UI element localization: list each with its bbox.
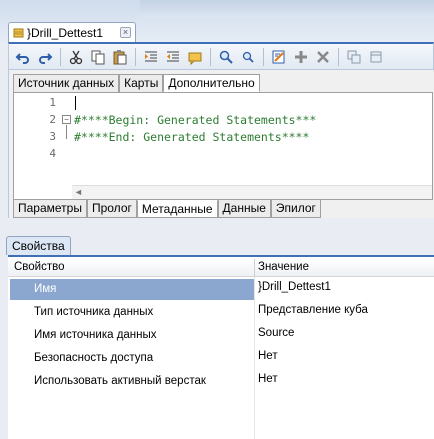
property-value[interactable]: Source <box>258 327 294 339</box>
line-number: 1 <box>49 96 56 109</box>
property-row[interactable]: Имя }Drill_Dettest1 <box>8 278 434 301</box>
code-line: #****End: Generated Statements**** <box>74 130 310 144</box>
property-value[interactable]: }Drill_Dettest1 <box>258 281 331 293</box>
delete-icon[interactable] <box>313 47 333 67</box>
scroll-left-icon[interactable]: ◄ <box>74 187 83 197</box>
redo-icon[interactable] <box>35 47 55 67</box>
tab-data-source[interactable]: Источник данных <box>13 74 120 92</box>
tab-parameters[interactable]: Параметры <box>13 200 87 218</box>
line-number: 2 <box>49 113 56 126</box>
property-row[interactable]: Тип источника данных Представление куба <box>8 301 434 324</box>
toolbar-separator <box>338 47 339 66</box>
duplicate-icon[interactable] <box>344 47 364 67</box>
process-icon <box>13 27 24 38</box>
fold-line <box>66 125 67 139</box>
cut-icon[interactable] <box>66 47 86 67</box>
add-icon[interactable] <box>291 47 311 67</box>
section-tabs: Параметры Пролог Метаданные Данные Эпило… <box>13 200 321 218</box>
document-tab[interactable]: }Drill_Dettest1 × <box>8 22 136 42</box>
header-property: Свойство <box>14 261 65 273</box>
horizontal-scrollbar[interactable]: ◄ <box>72 185 432 199</box>
header-value: Значение <box>258 261 309 273</box>
property-name: Имя <box>34 283 57 295</box>
toolbar-separator <box>135 47 136 66</box>
script-pane: Источник данных Карты Дополнительно 1 2 … <box>8 70 434 218</box>
tab-advanced[interactable]: Дополнительно <box>163 74 260 92</box>
copy-icon[interactable] <box>88 47 108 67</box>
properties-header: Свойство Значение <box>8 259 434 277</box>
line-number-gutter: 1 2 3 4 − <box>14 93 72 185</box>
properties-tab[interactable]: Свойства <box>6 236 71 255</box>
property-row[interactable]: Безопасность доступа Нет <box>8 347 434 370</box>
paste-icon[interactable] <box>110 47 130 67</box>
toolbar <box>8 42 434 70</box>
toolbar-separator <box>263 47 264 66</box>
property-value[interactable]: Нет <box>258 373 278 385</box>
source-tabs: Источник данных Карты Дополнительно <box>13 74 260 92</box>
document-tab-bar: }Drill_Dettest1 × <box>0 0 434 46</box>
text-caret <box>75 96 76 110</box>
tab-data[interactable]: Данные <box>217 200 271 218</box>
outdent-icon[interactable] <box>163 47 183 67</box>
close-tab-icon[interactable]: × <box>120 27 131 38</box>
comment-icon[interactable] <box>185 47 205 67</box>
undo-icon[interactable] <box>13 47 33 67</box>
property-name: Имя источника данных <box>34 329 157 341</box>
line-number: 3 <box>49 130 56 143</box>
property-name: Использовать активный верстак <box>34 375 206 387</box>
document-tab-title: }Drill_Dettest1 <box>27 25 104 40</box>
top-strip <box>140 0 434 18</box>
property-name: Тип источника данных <box>34 306 154 318</box>
find-icon[interactable] <box>216 47 236 67</box>
code-line: #****Begin: Generated Statements*** <box>74 113 317 127</box>
copy-window-icon[interactable] <box>366 47 386 67</box>
property-value[interactable]: Представление куба <box>258 304 368 316</box>
tab-prolog[interactable]: Пролог <box>86 200 137 218</box>
indent-icon[interactable] <box>141 47 161 67</box>
toolbar-separator <box>210 47 211 66</box>
fold-toggle-icon[interactable]: − <box>62 115 71 124</box>
edit-icon[interactable] <box>269 47 289 67</box>
property-name: Безопасность доступа <box>34 352 154 364</box>
property-row[interactable]: Использовать активный верстак Нет <box>8 370 434 393</box>
tab-metadata[interactable]: Метаданные <box>136 200 218 218</box>
tab-maps[interactable]: Карты <box>119 74 164 92</box>
properties-panel: Свойство Значение Имя }Drill_Dettest1 Ти… <box>8 255 434 439</box>
code-editor[interactable]: 1 2 3 4 − #****Begin: Generated Statemen… <box>13 92 433 200</box>
header-divider <box>254 259 255 277</box>
line-number: 4 <box>49 147 56 160</box>
find-next-icon[interactable] <box>238 47 258 67</box>
tab-epilog[interactable]: Эпилог <box>270 200 321 218</box>
toolbar-separator <box>60 47 61 66</box>
property-value[interactable]: Нет <box>258 350 278 362</box>
app-window: }Drill_Dettest1 × Источник данных Карты … <box>0 0 434 439</box>
property-row[interactable]: Имя источника данных Source <box>8 324 434 347</box>
